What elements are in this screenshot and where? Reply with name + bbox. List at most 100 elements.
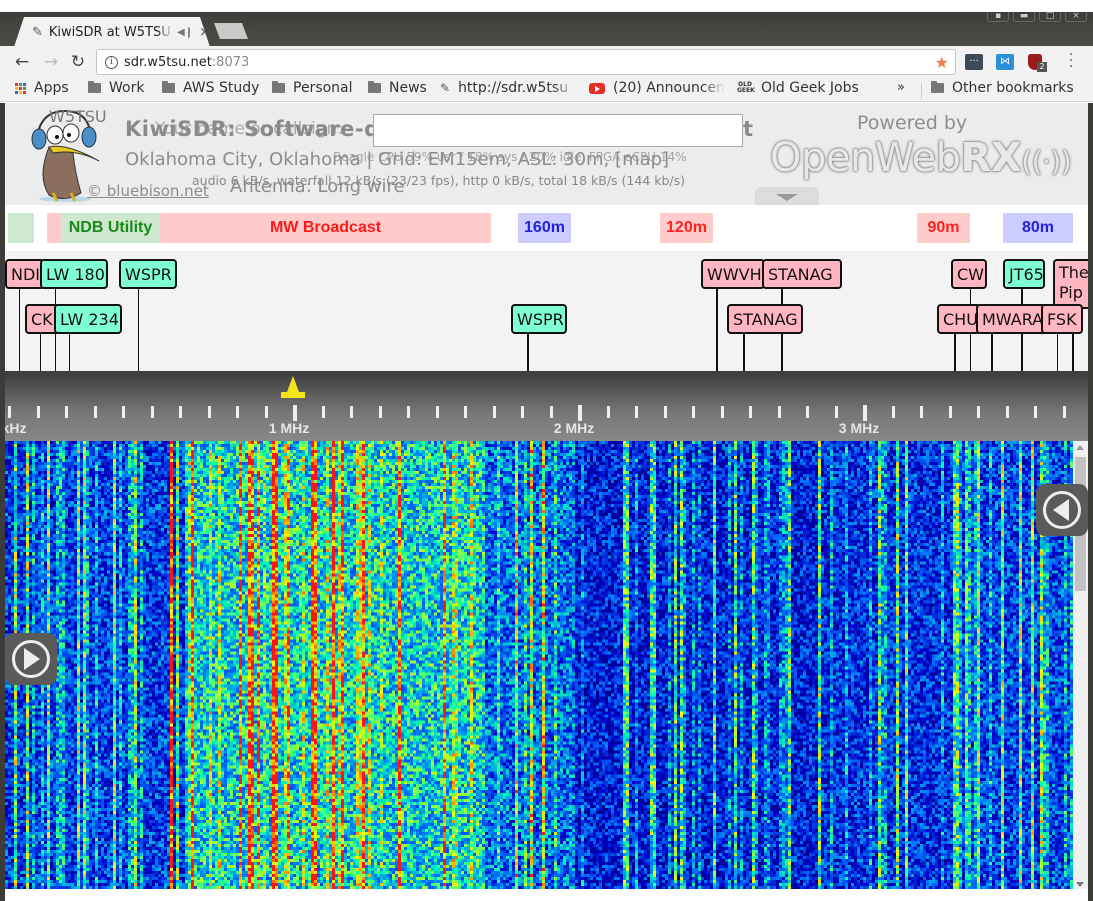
scale-tick bbox=[749, 406, 752, 418]
bluebison-credit-link[interactable]: © bluebison.net bbox=[87, 182, 209, 200]
bookmark-label: Other bookmarks bbox=[952, 80, 1074, 96]
oldgeek-icon: OLD GEEK bbox=[737, 81, 755, 94]
info-icon[interactable]: i bbox=[105, 55, 118, 69]
back-icon[interactable]: ← bbox=[12, 52, 32, 72]
network-stats: audio 6 kB/s, waterfall 12 kB/s (23/23 f… bbox=[192, 173, 686, 188]
bookmark-label: Personal bbox=[293, 80, 353, 96]
scale-tick bbox=[492, 406, 496, 418]
bookmark-youtube[interactable]: (20) Announcem bbox=[589, 80, 725, 96]
ublock-badge: 2 bbox=[1037, 62, 1047, 72]
scale-tick bbox=[179, 406, 182, 418]
window-border-right bbox=[1088, 103, 1093, 901]
bookmark-kiwi[interactable]: ✎ http://sdr.w5tsu bbox=[440, 80, 576, 96]
scale-tick bbox=[1062, 406, 1066, 418]
extra-window-button[interactable]: ▪ bbox=[987, 12, 1009, 22]
scale-tick bbox=[663, 406, 667, 418]
play-triangle bbox=[24, 648, 40, 670]
scale-tick bbox=[948, 406, 952, 418]
waterfall-canvas[interactable] bbox=[5, 441, 1073, 889]
close-window-button[interactable]: × bbox=[1065, 12, 1087, 22]
scroll-down-arrow[interactable] bbox=[1076, 882, 1084, 887]
new-tab-button[interactable] bbox=[214, 23, 248, 39]
scroll-up-arrow[interactable] bbox=[1076, 445, 1084, 450]
kiwi-favicon-icon: ✎ bbox=[32, 24, 43, 40]
dx-label[interactable]: The Pip bbox=[1053, 259, 1088, 309]
dx-label[interactable]: STANAG bbox=[727, 304, 803, 334]
scale-tick bbox=[264, 406, 268, 418]
scale-tick bbox=[435, 406, 439, 418]
bookmark-folder-aws-study[interactable]: AWS Study bbox=[162, 80, 259, 96]
band-120m[interactable]: 120m bbox=[660, 213, 713, 243]
ublock-icon[interactable]: 2 bbox=[1028, 54, 1047, 72]
bookmark-folder-news[interactable]: News bbox=[368, 80, 427, 96]
dx-label[interactable]: WSPR bbox=[119, 259, 177, 289]
open-right-panel-button[interactable] bbox=[1036, 484, 1088, 536]
page-title: KiwiSDR: Software-d bbox=[125, 117, 380, 141]
dx-label[interactable]: MWARA bbox=[976, 304, 1048, 334]
passband-icon[interactable] bbox=[277, 374, 309, 400]
band-bar: NDB Utility MW Broadcast 160m 120m 90m 8… bbox=[5, 205, 1088, 251]
dx-label[interactable]: NDI bbox=[5, 259, 45, 289]
band-segment[interactable] bbox=[8, 213, 34, 243]
band-80m[interactable]: 80m bbox=[1003, 213, 1073, 243]
bookmark-label: Old Geek Jobs bbox=[761, 80, 859, 96]
band-ndb-utility[interactable]: NDB Utility bbox=[61, 213, 160, 243]
lastpass-icon[interactable]: ··· bbox=[965, 54, 983, 70]
scale-tick bbox=[521, 406, 524, 418]
dx-label[interactable]: WSPR bbox=[511, 304, 567, 334]
dx-label[interactable]: JT65 bbox=[1003, 259, 1045, 289]
waterfall-display[interactable] bbox=[5, 441, 1073, 889]
youtube-icon bbox=[589, 82, 605, 94]
bookmarks-overflow-button[interactable]: » bbox=[897, 80, 905, 95]
url-port: :8073 bbox=[211, 54, 250, 70]
forward-icon[interactable]: → bbox=[41, 52, 61, 72]
scale-tick bbox=[549, 406, 553, 418]
browser-menu-icon[interactable]: · · · bbox=[1066, 48, 1076, 74]
browser-tab-active[interactable]: ✎ KiwiSDR at W5TSU ◀❙ × bbox=[14, 17, 210, 47]
reload-icon[interactable]: ↻ bbox=[68, 52, 88, 72]
bookmark-old-geek-jobs[interactable]: OLD GEEK Old Geek Jobs bbox=[737, 80, 859, 96]
browser-toolbar: ← → ↻ i sdr.w5tsu.net:8073 ★ ··· ⋈ 2 · · · bbox=[0, 46, 1093, 78]
scale-tick bbox=[1005, 406, 1009, 418]
bookmark-star-icon[interactable]: ★ bbox=[935, 53, 949, 72]
collapse-header-button[interactable] bbox=[755, 187, 819, 207]
bookmark-label: http://sdr.w5tsu bbox=[458, 80, 569, 96]
address-bar[interactable]: i sdr.w5tsu.net:8073 ★ bbox=[96, 49, 956, 75]
scale-tick bbox=[407, 406, 410, 418]
dx-label[interactable]: LW 234 bbox=[54, 304, 122, 334]
minimize-button[interactable]: ▬ bbox=[1013, 12, 1035, 22]
dx-label[interactable]: CW bbox=[951, 259, 987, 289]
folder-icon bbox=[272, 81, 285, 93]
scale-tick bbox=[36, 406, 40, 418]
band-90m[interactable]: 90m bbox=[917, 213, 970, 243]
bookmark-folder-personal[interactable]: Personal bbox=[272, 80, 353, 96]
callsign-input[interactable] bbox=[373, 114, 743, 147]
scale-major-tick bbox=[863, 405, 867, 421]
scale-tick bbox=[606, 406, 610, 418]
callsign-label: W5TSU bbox=[49, 107, 107, 126]
band-mw-broadcast[interactable]: MW Broadcast bbox=[160, 213, 491, 243]
scale-tick bbox=[122, 406, 125, 418]
band-segment[interactable] bbox=[47, 213, 61, 243]
scale-tick bbox=[834, 406, 838, 418]
dx-label[interactable]: FSK bbox=[1041, 304, 1083, 334]
bookmark-apps[interactable]: Apps bbox=[15, 80, 69, 96]
open-left-panel-button[interactable] bbox=[5, 633, 57, 685]
scale-tick bbox=[1034, 406, 1037, 418]
other-bookmarks[interactable]: Other bookmarks bbox=[931, 80, 1074, 96]
maximize-button[interactable]: □ bbox=[1039, 12, 1061, 22]
dx-label[interactable]: WWVH bbox=[701, 259, 765, 289]
bookmark-folder-work[interactable]: Work bbox=[88, 80, 144, 96]
browser-window: ▪ ▬ □ × ✎ KiwiSDR at W5TSU ◀❙ × ← → ↻ i … bbox=[0, 0, 1093, 901]
speaker-icon[interactable]: ◀❙ bbox=[177, 27, 193, 38]
band-160m[interactable]: 160m bbox=[518, 213, 571, 243]
frequency-scale[interactable]: kHz 1 MHz 2 MHz 3 MHz bbox=[5, 371, 1088, 441]
dx-label[interactable]: STANAG bbox=[762, 259, 842, 289]
scale-tick bbox=[236, 406, 239, 418]
openwebrx-logo[interactable]: OpenWebRX((·)) bbox=[770, 135, 1072, 181]
dx-labels-area: NDI LW 180 WSPR WWVH STANAG CW JT65 The … bbox=[5, 251, 1088, 371]
dx-label[interactable]: LW 180 bbox=[40, 259, 108, 289]
dx-label[interactable]: CHU bbox=[937, 304, 981, 334]
bookmark-label: AWS Study bbox=[183, 80, 260, 96]
remote-desktop-icon[interactable]: ⋈ bbox=[996, 54, 1014, 70]
